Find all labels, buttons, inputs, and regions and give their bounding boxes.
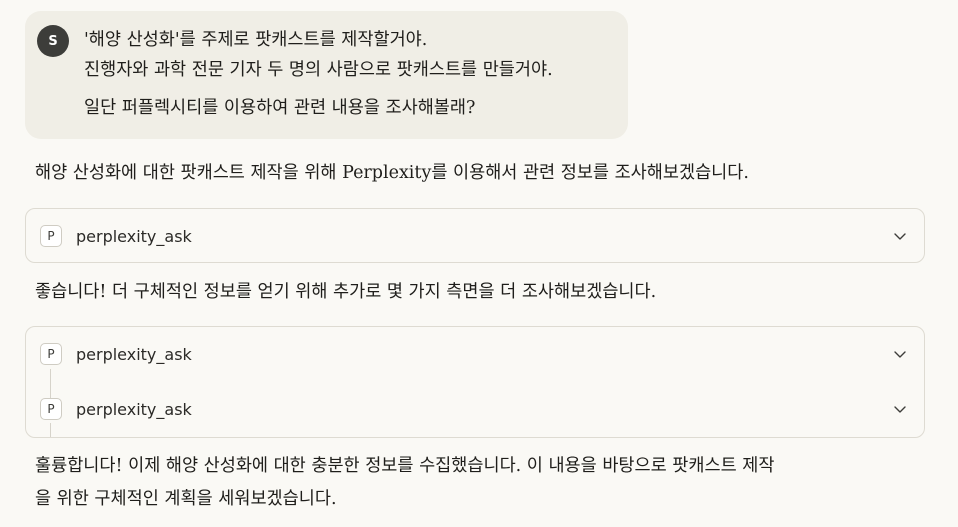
assistant-message-final-line: 훌륭합니다! 이제 해양 산성화에 대한 충분한 정보를 수집했습니다. 이 내… — [35, 456, 775, 476]
perplexity-icon: P — [40, 343, 62, 365]
user-message-line: 일단 퍼플렉시티를 이용하여 관련 내용을 조사해볼래? — [84, 98, 476, 118]
perplexity-icon: P — [40, 225, 62, 247]
perplexity-icon: P — [40, 398, 62, 420]
tool-call-row[interactable]: P perplexity_ask — [26, 327, 926, 381]
assistant-message-followup: 좋습니다! 더 구체적인 정보를 얻기 위해 추가로 몇 가지 측면을 더 조사… — [35, 282, 657, 302]
tool-name: perplexity_ask — [76, 226, 192, 246]
tool-call-group-card: P perplexity_ask P perplexity_ask — [25, 326, 925, 438]
user-message-line: 진행자와 과학 전문 기자 두 명의 사람으로 팟캐스트를 만들거야. — [84, 60, 553, 80]
chevron-down-icon[interactable] — [892, 228, 908, 244]
user-avatar[interactable]: S — [37, 25, 69, 57]
tool-call-row[interactable]: P perplexity_ask — [26, 209, 926, 263]
assistant-message-intro: 해양 산성화에 대한 팟캐스트 제작을 위해 Perplexity를 이용해서 … — [35, 163, 749, 183]
user-message-line: '해양 산성화'를 주제로 팟캐스트를 제작할거야. — [84, 30, 428, 50]
chevron-down-icon[interactable] — [892, 346, 908, 362]
user-message-bubble: S '해양 산성화'를 주제로 팟캐스트를 제작할거야. 진행자와 과학 전문 … — [25, 11, 628, 139]
tool-call-card[interactable]: P perplexity_ask — [25, 208, 925, 263]
tool-name: perplexity_ask — [76, 344, 192, 364]
tool-name: perplexity_ask — [76, 399, 192, 419]
tool-call-row[interactable]: P perplexity_ask — [26, 382, 926, 436]
assistant-message-final-line: 을 위한 구체적인 계획을 세워보겠습니다. — [35, 489, 337, 509]
chat-transcript: S '해양 산성화'를 주제로 팟캐스트를 제작할거야. 진행자와 과학 전문 … — [0, 0, 958, 527]
chevron-down-icon[interactable] — [892, 401, 908, 417]
